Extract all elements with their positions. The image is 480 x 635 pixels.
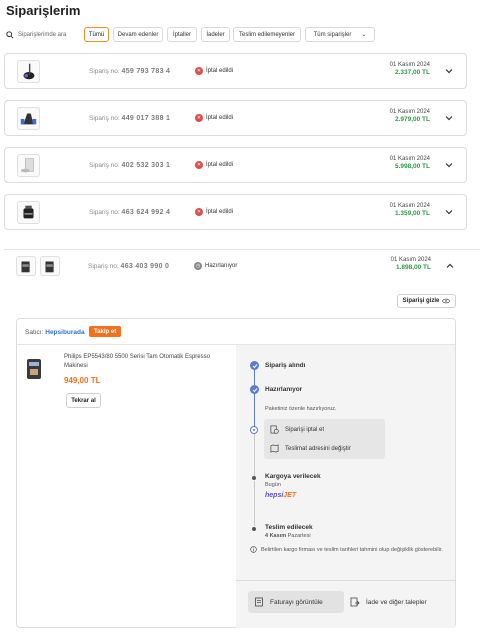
timeline-step-shipping: Kargoya verilecek	[265, 473, 321, 480]
page-title: Siparişlerim	[6, 3, 81, 18]
chevron-down-icon[interactable]	[444, 113, 454, 123]
order-number: Sipariş no: 449 017 388 1	[89, 115, 171, 122]
product-name[interactable]: Philips EP5543/80 5500 Serisi Tam Otomat…	[64, 353, 224, 371]
buy-again-button[interactable]: Tekrar al	[66, 393, 101, 408]
cancel-icon: ✕	[195, 208, 203, 216]
filter-all-orders-dropdown[interactable]: Tüm siparişler ⌄	[305, 27, 375, 42]
order-number: Sipariş no: 459 793 783 4	[89, 68, 171, 75]
status-badge: ◷ Hazırlanıyor	[194, 262, 238, 270]
status-badge: ✕ İptal edildi	[195, 161, 234, 169]
search-placeholder: Siparişlerimde ara	[18, 32, 67, 38]
product-thumbnail	[40, 256, 60, 276]
filter-cancelled[interactable]: İptaller	[167, 27, 197, 42]
product-thumbnail	[17, 107, 40, 130]
cancel-icon: ✕	[195, 114, 203, 122]
eye-off-icon	[442, 298, 451, 304]
order-card[interactable]: Sipariş no: 463 624 992 4 ✕ İptal edildi …	[4, 194, 467, 230]
product-thumbnail	[17, 201, 40, 224]
chevron-down-icon[interactable]	[444, 66, 454, 76]
carrier-logo: hepsiJET	[265, 492, 297, 499]
chevron-up-icon[interactable]	[445, 261, 455, 271]
order-date-price: 01 Kasım 2024 2.337,00 TL	[389, 62, 430, 76]
timeline-dot	[252, 476, 256, 480]
clock-icon: ◷	[194, 262, 202, 270]
chevron-down-icon: ⌄	[361, 32, 367, 38]
filter-all[interactable]: Tümü	[84, 27, 109, 42]
status-badge: ✕ İptal edildi	[195, 67, 234, 75]
filter-returns[interactable]: İadeler	[201, 27, 230, 42]
order-card[interactable]: Sipariş no: 449 017 388 1 ✕ İptal edildi …	[4, 100, 467, 136]
seller-line: Satıcı: Hepsiburada	[25, 329, 85, 336]
delivery-note: Belirtilen kargo firması ve teslim tarih…	[250, 546, 450, 554]
expanded-order-header[interactable]: Sipariş no: 463 403 990 0 ◷ Hazırlanıyor …	[4, 249, 467, 285]
current-step-indicator	[250, 426, 258, 434]
product-price: 949,00 TL	[64, 376, 101, 385]
status-badge: ✕ İptal edildi	[195, 114, 234, 122]
timeline-step-delivery-date: 4 Kasım Pazartesi	[265, 533, 311, 539]
cancel-icon: ✕	[195, 67, 203, 75]
filter-ongoing[interactable]: Devam edenler	[113, 27, 163, 42]
status-badge: ✕ İptal edildi	[195, 208, 234, 216]
product-thumbnail	[16, 256, 36, 276]
hide-order-label: Siparişi gizle	[402, 298, 440, 304]
change-address-button[interactable]: Teslimat adresini değiştir	[270, 444, 351, 453]
cancel-order-button[interactable]: Siparişi iptal et	[270, 425, 324, 434]
product-image[interactable]	[24, 356, 44, 382]
return-requests-button[interactable]: İade ve diğer talepler	[350, 591, 427, 613]
seller-link[interactable]: Hepsiburada	[45, 329, 84, 336]
filter-dropdown-label: Tüm siparişler	[313, 31, 352, 38]
view-invoice-button[interactable]: Faturayı görüntüle	[248, 591, 344, 613]
chevron-down-icon[interactable]	[444, 160, 454, 170]
order-number: Sipariş no: 463 624 992 4	[89, 209, 171, 216]
cancel-icon: ✕	[195, 161, 203, 169]
filter-undelivered[interactable]: Teslim edilemeyenler	[233, 27, 301, 42]
follow-seller-button[interactable]: Takip et	[89, 326, 122, 337]
timeline-step-shipping-sub: Bugün	[265, 482, 281, 488]
timeline-connector	[254, 393, 255, 427]
check-icon	[250, 361, 259, 370]
product-thumbnail	[17, 154, 40, 177]
map-icon	[270, 444, 279, 453]
timeline-step-delivery: Teslim edilecek	[265, 524, 313, 531]
timeline-dot	[252, 527, 256, 531]
info-icon	[250, 546, 257, 553]
chevron-down-icon[interactable]	[444, 207, 454, 217]
order-date-price: 01 Kasım 2024 1.898,00 TL	[390, 257, 431, 271]
timeline-connector	[254, 481, 255, 526]
cancel-order-icon	[270, 425, 279, 434]
return-icon	[350, 597, 360, 607]
search-input[interactable]: Siparişlerimde ara	[4, 27, 78, 43]
order-date-price: 01 Kasım 2024 1.359,00 TL	[389, 203, 430, 217]
order-card[interactable]: Sipariş no: 402 532 303 1 ✕ İptal edildi …	[4, 147, 467, 183]
invoice-icon	[255, 597, 263, 607]
order-actions: Siparişi iptal et Teslimat adresini deği…	[264, 419, 385, 459]
order-date-price: 01 Kasım 2024 2.979,00 TL	[389, 109, 430, 123]
timeline-step-received: Sipariş alındı	[265, 362, 306, 369]
timeline-step-preparing: Hazırlanıyor	[265, 386, 303, 393]
order-card[interactable]: Sipariş no: 459 793 783 4 ✕ İptal edildi …	[4, 53, 467, 89]
product-thumbnail	[17, 60, 40, 83]
timeline-connector	[254, 433, 255, 478]
timeline-step-preparing-sub: Paketiniz özenle hazırlıyoruz.	[265, 406, 337, 412]
order-date-price: 01 Kasım 2024 5.998,00 TL	[389, 156, 430, 170]
hide-order-button[interactable]: Siparişi gizle	[397, 294, 456, 308]
order-number: Sipariş no: 402 532 303 1	[89, 162, 171, 169]
check-icon	[250, 385, 259, 394]
order-number: Sipariş no: 463 403 990 0	[88, 263, 170, 270]
seller-header: Satıcı: Hepsiburada Takip et	[17, 319, 455, 345]
search-icon	[6, 31, 14, 39]
